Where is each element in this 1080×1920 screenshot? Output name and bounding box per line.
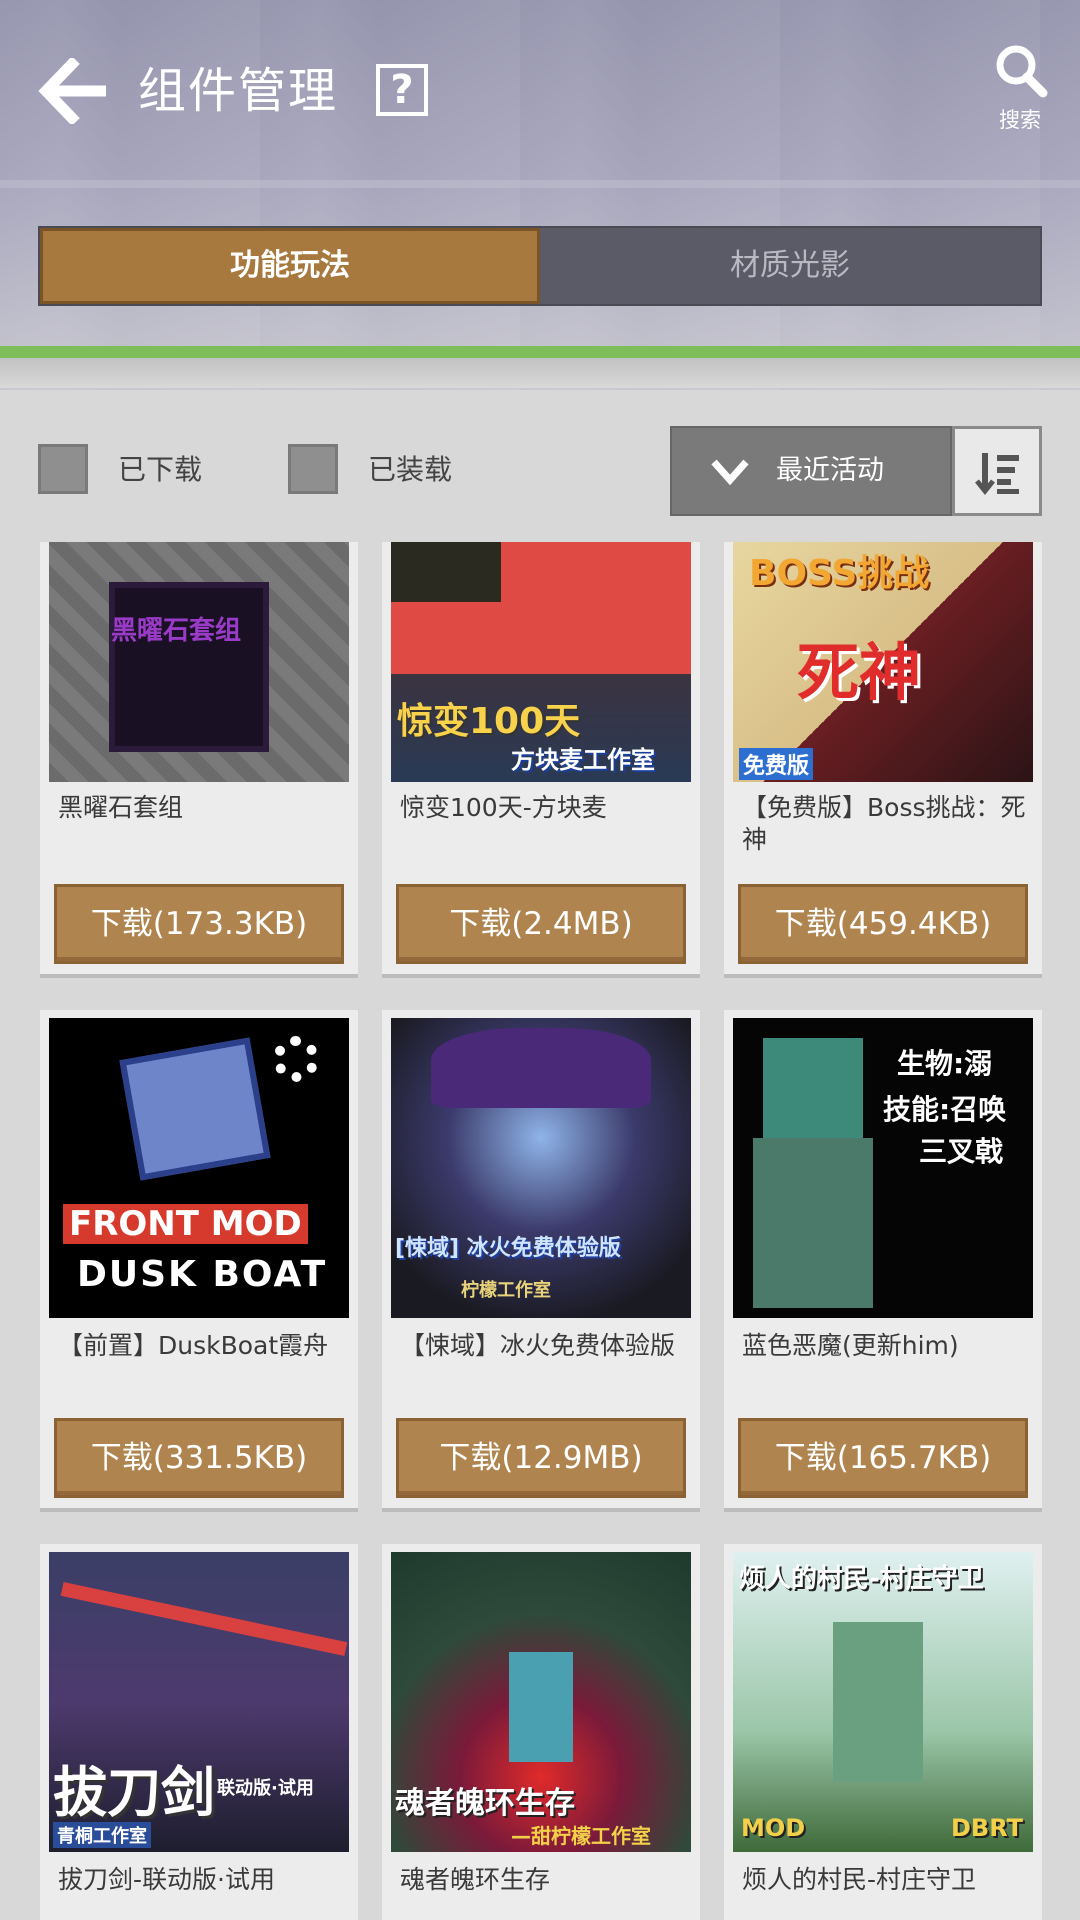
- thumbnail-caption: 免费版: [739, 748, 814, 780]
- thumbnail-caption: 死神: [797, 636, 922, 709]
- addon-card[interactable]: FRONT MOD DUSK BOAT 【前置】DuskBoat霞舟 下载(33…: [40, 1010, 358, 1508]
- thumbnail-caption: DBRT: [951, 1814, 1023, 1842]
- thumbnail-caption: 惊变100天: [397, 701, 581, 742]
- addon-thumbnail: FRONT MOD DUSK BOAT: [49, 1018, 349, 1318]
- addon-thumbnail: BOSS挑战 死神 免费版: [733, 542, 1033, 782]
- addon-card[interactable]: 拔刀剑 联动版·试用 青桐工作室 拔刀剑-联动版·试用: [40, 1544, 358, 1920]
- thumbnail-caption: 柠檬工作室: [461, 1280, 551, 1301]
- downloaded-label: 已下载: [118, 453, 203, 486]
- search-icon: [996, 45, 1048, 98]
- thumbnail-caption: 联动版·试用: [217, 1778, 314, 1799]
- download-button[interactable]: 下载(165.7KB): [738, 1418, 1028, 1498]
- addon-title: 【悚域】冰火免费体验版: [400, 1331, 676, 1360]
- download-button[interactable]: 下载(331.5KB): [54, 1418, 344, 1498]
- download-button[interactable]: 下载(12.9MB): [396, 1418, 686, 1498]
- tab-gameplay[interactable]: 功能玩法: [40, 228, 540, 304]
- header-shadow: [0, 358, 1080, 388]
- tab-textures-shaders[interactable]: 材质光影: [540, 228, 1040, 304]
- addon-thumbnail: 拔刀剑 联动版·试用 青桐工作室: [49, 1552, 349, 1852]
- addon-thumbnail: 惊变100天 方块麦工作室: [391, 542, 691, 782]
- top-header: 组件管理 ? 搜索 功能玩法 材质光影: [0, 0, 1080, 390]
- addon-thumbnail: 烦人的村民-村庄守卫 MOD DBRT: [733, 1552, 1033, 1852]
- chevron-down-icon: [711, 459, 749, 486]
- thumbnail-caption: 三叉戟: [919, 1135, 1004, 1168]
- addon-card[interactable]: BOSS挑战 死神 免费版 【免费版】Boss挑战：死神 下载(459.4KB): [724, 542, 1042, 974]
- thumbnail-caption: FRONT MOD: [63, 1204, 308, 1244]
- addon-thumbnail: 黑曜石套组: [49, 542, 349, 782]
- downloaded-checkbox[interactable]: [38, 444, 88, 494]
- addon-title: 烦人的村民-村庄守卫: [742, 1865, 977, 1894]
- help-icon[interactable]: ?: [376, 64, 428, 116]
- thumbnail-caption: 青桐工作室: [53, 1822, 151, 1848]
- addon-title: 魂者魄环生存: [400, 1865, 551, 1894]
- installed-label: 已装载: [368, 453, 453, 486]
- addon-title: 惊变100天-方块麦: [400, 793, 607, 822]
- header-accent-bar: [0, 346, 1080, 358]
- category-tabs: 功能玩法 材质光影: [38, 226, 1042, 306]
- addon-title: 蓝色恶魔(更新him): [742, 1331, 959, 1360]
- download-button[interactable]: 下载(2.4MB): [396, 884, 686, 964]
- addon-card[interactable]: [悚域] 冰火免费体验版 柠檬工作室 【悚域】冰火免费体验版 下载(12.9MB…: [382, 1010, 700, 1508]
- thumbnail-caption: MOD: [741, 1814, 806, 1842]
- thumbnail-caption: 魂者魄环生存: [395, 1786, 575, 1821]
- addon-card[interactable]: 惊变100天 方块麦工作室 惊变100天-方块麦 下载(2.4MB): [382, 542, 700, 974]
- search-button[interactable]: 搜索: [980, 42, 1060, 142]
- thumbnail-caption: 技能:召唤: [883, 1093, 1007, 1126]
- sort-dropdown[interactable]: 最近活动: [670, 426, 952, 516]
- thumbnail-caption: BOSS挑战: [749, 553, 930, 594]
- thumbnail-caption: 烦人的村民-村庄守卫: [739, 1564, 984, 1594]
- download-button[interactable]: 下载(459.4KB): [738, 884, 1028, 964]
- thumbnail-caption: 拔刀剑: [53, 1761, 215, 1824]
- header-divider: [0, 180, 1080, 188]
- search-label: 搜索: [999, 108, 1041, 132]
- sort-selected-label: 最近活动: [776, 455, 884, 486]
- addon-thumbnail: 魂者魄环生存 —甜柠檬工作室: [391, 1552, 691, 1852]
- thumbnail-caption: [悚域] 冰火免费体验版: [395, 1236, 621, 1261]
- addon-card[interactable]: 烦人的村民-村庄守卫 MOD DBRT 烦人的村民-村庄守卫: [724, 1544, 1042, 1920]
- page-title: 组件管理: [138, 63, 339, 119]
- addon-thumbnail: 生物:溺 技能:召唤 三叉戟: [733, 1018, 1033, 1318]
- thumbnail-caption: 黑曜石套组: [111, 616, 242, 646]
- addon-title: 【前置】DuskBoat霞舟: [58, 1331, 329, 1360]
- addon-card[interactable]: 黑曜石套组 黑曜石套组 下载(173.3KB): [40, 542, 358, 974]
- addon-title: 拔刀剑-联动版·试用: [58, 1865, 275, 1894]
- thumbnail-caption: 方块麦工作室: [511, 746, 655, 774]
- addon-card[interactable]: 生物:溺 技能:召唤 三叉戟 蓝色恶魔(更新him) 下载(165.7KB): [724, 1010, 1042, 1508]
- sort-order-icon: [975, 453, 1019, 496]
- thumbnail-caption: DUSK BOAT: [77, 1254, 328, 1295]
- thumbnail-caption: —甜柠檬工作室: [511, 1824, 651, 1848]
- back-arrow-icon[interactable]: [38, 58, 110, 124]
- addon-title: 【免费版】Boss挑战：死神: [742, 793, 1026, 854]
- installed-checkbox[interactable]: [288, 444, 338, 494]
- addon-card[interactable]: 魂者魄环生存 —甜柠檬工作室 魂者魄环生存: [382, 1544, 700, 1920]
- sort-order-button[interactable]: [952, 426, 1042, 516]
- download-button[interactable]: 下载(173.3KB): [54, 884, 344, 964]
- addon-thumbnail: [悚域] 冰火免费体验版 柠檬工作室: [391, 1018, 691, 1318]
- thumbnail-caption: 生物:溺: [897, 1047, 993, 1080]
- addon-title: 黑曜石套组: [58, 793, 184, 822]
